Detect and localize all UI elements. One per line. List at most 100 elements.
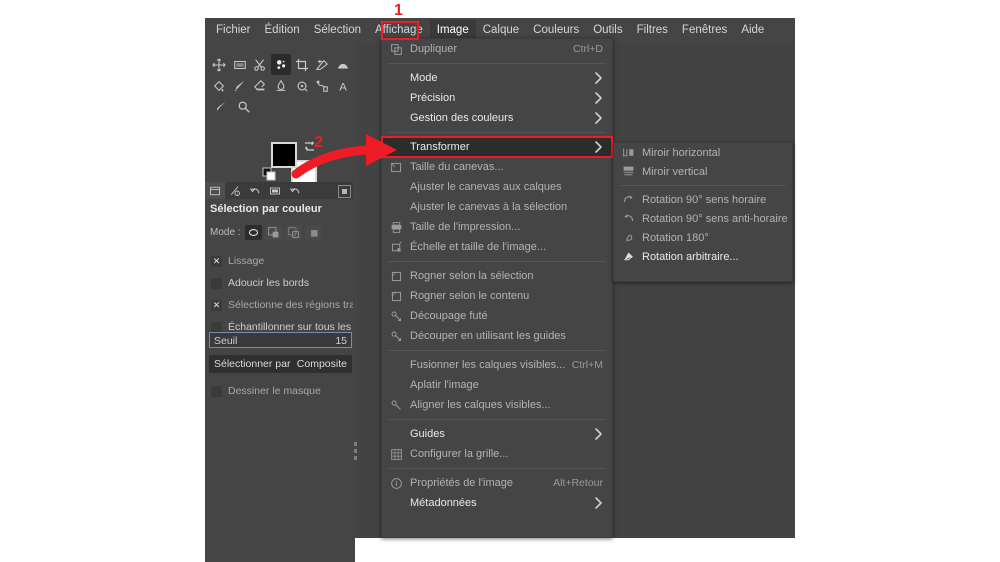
menu-item-affichage[interactable]: Affichage <box>368 20 430 40</box>
menu-item-dition[interactable]: Édition <box>258 20 307 40</box>
menu-item-rotation-180[interactable]: Rotation 180° <box>614 228 792 247</box>
menu-item-d-couper-en-utilisant-les-guides[interactable]: Découper en utilisant les guides <box>382 326 612 346</box>
menu-item-label: Découpage futé <box>410 310 488 322</box>
threshold-value: 15 <box>335 335 347 347</box>
option-checkbox[interactable] <box>211 277 222 289</box>
tool-options-tab-icon[interactable] <box>205 182 225 199</box>
menu-separator <box>388 350 606 351</box>
menu-item-fusionner-les-calques-visibles[interactable]: Fusionner les calques visibles... Ctrl+M <box>382 355 612 375</box>
menu-item-mode[interactable]: Mode <box>382 68 612 88</box>
menu-item-miroir-horizontal[interactable]: Miroir horizontal <box>614 143 792 162</box>
no-icon <box>390 377 410 393</box>
dock-menu-icon[interactable] <box>338 185 351 198</box>
crop-tool-icon[interactable] <box>291 54 312 75</box>
menu-item-rotation-90-sens-horaire[interactable]: Rotation 90° sens horaire <box>614 190 792 209</box>
no-icon <box>390 199 410 215</box>
menu-item-label: Gestion des couleurs <box>410 112 514 124</box>
threshold-slider[interactable]: Seuil 15 <box>209 332 352 348</box>
clone-tool-icon[interactable] <box>291 75 312 96</box>
menu-item-m-tadonn-es[interactable]: Métadonnées <box>382 493 612 513</box>
color-picker-tool-icon[interactable] <box>209 96 232 117</box>
draw-mask-checkbox[interactable] <box>211 385 222 397</box>
menu-item-chelle-et-taille-de-l-image[interactable]: Échelle et taille de l'image... <box>382 237 612 257</box>
menu-item-label: Miroir horizontal <box>642 146 721 159</box>
menu-item-pr-cision[interactable]: Précision <box>382 88 612 108</box>
mode-replace-icon[interactable] <box>244 225 262 240</box>
text-tool-icon[interactable]: A <box>332 75 353 96</box>
menu-item-d-coupage-fut[interactable]: Découpage futé <box>382 306 612 326</box>
rectangle-select-tool-icon[interactable] <box>230 54 251 75</box>
draw-mask-row[interactable]: Dessiner le masque <box>211 385 321 397</box>
option-label: Lissage <box>228 255 265 267</box>
menu-item-rotation-arbitraire[interactable]: Rotation arbitraire... <box>614 247 792 266</box>
menu-item-filtres[interactable]: Filtres <box>630 20 675 40</box>
paintbrush-tool-icon[interactable] <box>230 75 251 96</box>
gradient-tool-icon[interactable] <box>332 54 353 75</box>
menu-item-dupliquer[interactable]: Dupliquer Ctrl+D <box>382 39 612 59</box>
menu-item-label: Échelle et taille de l'image... <box>410 241 547 253</box>
mode-intersect-icon[interactable] <box>304 225 322 240</box>
menu-item-rogner-selon-le-contenu[interactable]: Rogner selon le contenu <box>382 286 612 306</box>
screenshot-root: Fichier Édition Sélection Affichage Image Cal… <box>0 0 1000 562</box>
device-status-tab-icon[interactable]: i <box>225 182 245 199</box>
select-by-color-tool-icon[interactable] <box>270 54 292 75</box>
info-icon <box>390 475 410 491</box>
option-row[interactable]: Lissage <box>211 255 264 267</box>
bucket-fill-tool-icon[interactable] <box>209 75 230 96</box>
menu-item-aide[interactable]: Aide <box>734 20 771 40</box>
option-checkbox[interactable] <box>211 321 222 333</box>
menu-item-propri-t-s-de-l-image[interactable]: Propriétés de l'image Alt+Retour <box>382 473 612 493</box>
option-checkbox[interactable] <box>211 299 222 311</box>
menu-item-image[interactable]: Image <box>429 20 476 40</box>
menu-item-configurer-la-grille[interactable]: Configurer la grille... <box>382 444 612 464</box>
eraser-tool-icon[interactable] <box>250 75 271 96</box>
scale-image-icon <box>390 239 410 255</box>
reset-colors-icon[interactable] <box>262 167 276 181</box>
draw-mask-label: Dessiner le masque <box>228 385 321 397</box>
move-tool-icon[interactable] <box>209 54 230 75</box>
grid-icon <box>390 446 410 462</box>
menu-item-fentres[interactable]: Fenêtres <box>675 20 734 40</box>
mode-add-icon[interactable] <box>264 225 282 240</box>
transform-tool-icon[interactable] <box>312 54 333 75</box>
mode-subtract-icon[interactable] <box>284 225 302 240</box>
paths-tool-icon[interactable] <box>312 75 333 96</box>
mode-label: Mode : <box>210 227 241 238</box>
option-checkbox[interactable] <box>211 255 222 267</box>
zoom-tool-icon[interactable] <box>232 96 255 117</box>
menu-item-ajuster-le-canevas-aux-calques[interactable]: Ajuster le canevas aux calques <box>382 177 612 197</box>
menu-item-guides[interactable]: Guides <box>382 424 612 444</box>
dock-tab-row: i <box>205 182 355 199</box>
images-tab-icon[interactable] <box>265 182 285 199</box>
menu-item-aligner-les-calques-visibles[interactable]: Aligner les calques visibles... <box>382 395 612 415</box>
menu-item-slection[interactable]: Sélection <box>307 20 368 40</box>
annotation-number-1: 1 <box>394 2 403 19</box>
menu-item-rogner-selon-la-s-lection[interactable]: Rogner selon la sélection <box>382 266 612 286</box>
undo-history-tab-icon[interactable] <box>245 182 265 199</box>
menu-item-rotation-90-sens-anti-horaire[interactable]: Rotation 90° sens anti-horaire <box>614 209 792 228</box>
menu-item-gestion-des-couleurs[interactable]: Gestion des couleurs <box>382 108 612 128</box>
menu-item-fichier[interactable]: Fichier <box>209 20 258 40</box>
no-icon <box>390 357 410 373</box>
menu-item-taille-de-l-impression[interactable]: Taille de l'impression... <box>382 217 612 237</box>
menu-item-miroir-vertical[interactable]: Miroir vertical <box>614 162 792 181</box>
select-by-combo[interactable]: Sélectionner par Composite <box>209 355 352 373</box>
scissors-select-tool-icon[interactable] <box>250 54 271 75</box>
menu-item-taille-du-canevas[interactable]: Taille du canevas... <box>382 157 612 177</box>
option-label: Adoucir les bords <box>228 277 310 289</box>
menu-item-label: Découper en utilisant les guides <box>410 330 566 342</box>
menu-item-label: Rotation 90° sens horaire <box>642 193 767 206</box>
image-menu-dropdown: Dupliquer Ctrl+D Mode Précision Gestion des … <box>381 38 613 538</box>
option-row[interactable]: Adoucir les bords <box>211 277 309 289</box>
menu-item-aplatir-l-image[interactable]: Aplatir l'image <box>382 375 612 395</box>
menu-item-outils[interactable]: Outils <box>586 20 629 40</box>
menu-item-ajuster-le-canevas-la-s-lection[interactable]: Ajuster le canevas à la sélection <box>382 197 612 217</box>
smudge-tool-icon[interactable] <box>271 75 292 96</box>
menu-item-calque[interactable]: Calque <box>476 20 526 40</box>
menu-separator <box>388 63 606 64</box>
redo-tab-icon[interactable] <box>285 182 305 199</box>
svg-text:A: A <box>339 81 347 93</box>
menu-item-couleurs[interactable]: Couleurs <box>526 20 586 40</box>
menu-item-label: Ajuster le canevas aux calques <box>410 181 562 193</box>
menu-item-transformer[interactable]: Transformer <box>381 136 613 158</box>
